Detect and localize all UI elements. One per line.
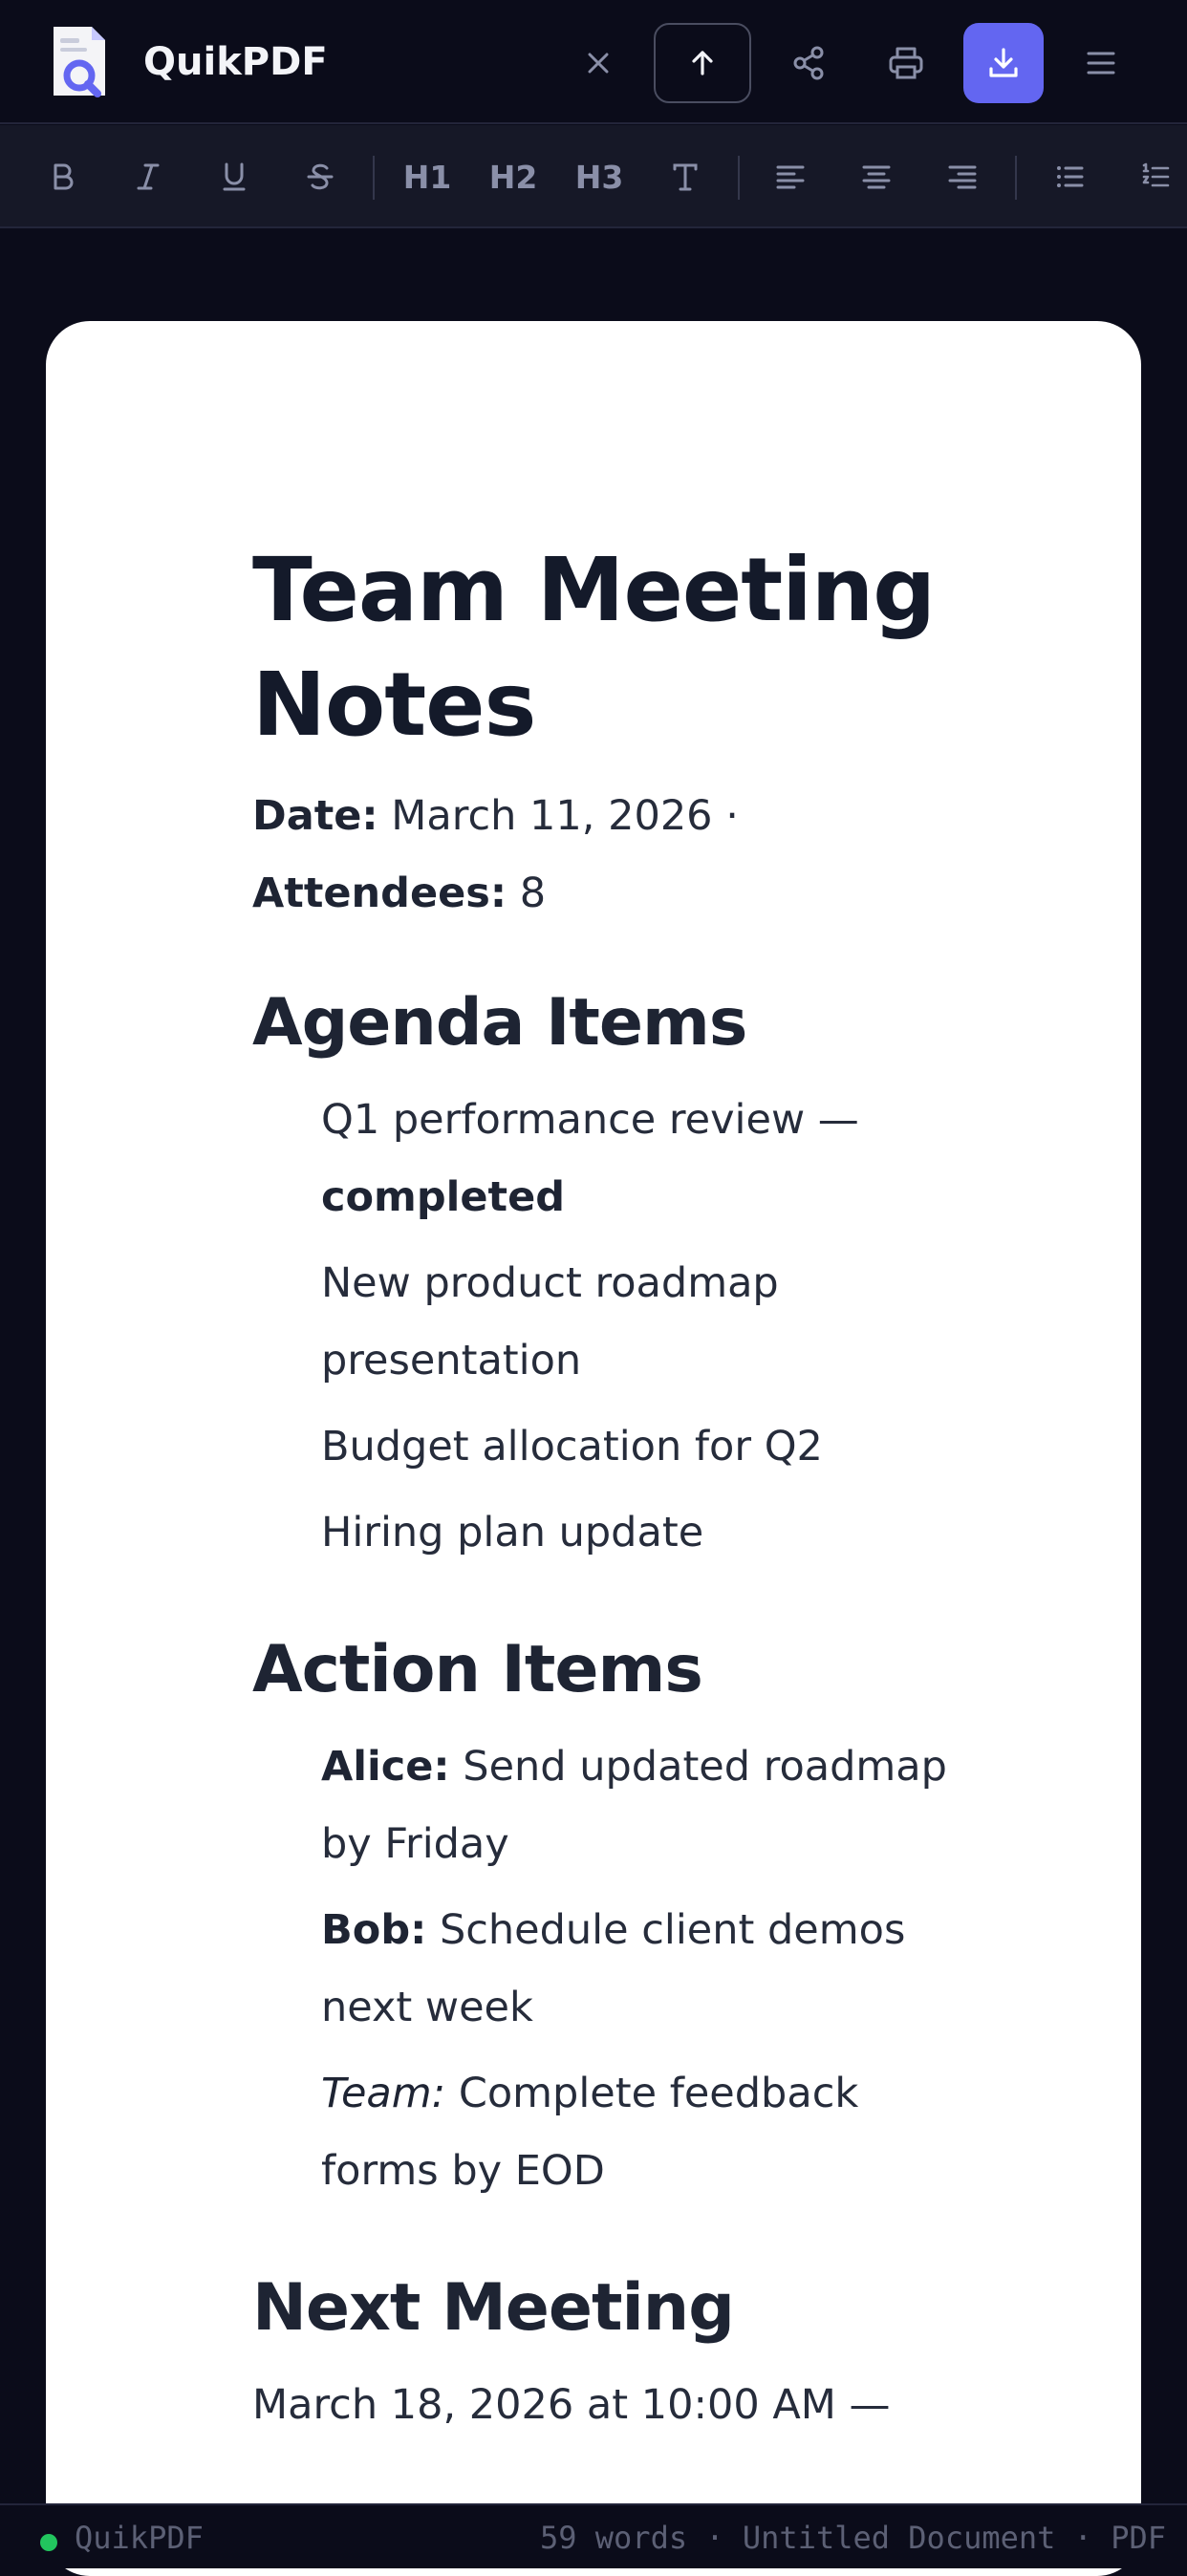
italic-icon <box>137 163 160 190</box>
arrow-up-icon <box>692 51 713 75</box>
menu-button[interactable] <box>1061 23 1141 103</box>
text-type-icon <box>673 163 698 191</box>
date-value: March 11, 2026 · <box>391 792 739 840</box>
action-owner: Bob: <box>321 1906 427 1954</box>
attendees-label: Attendees: <box>252 869 507 917</box>
document-content[interactable]: Team Meeting Notes Date: March 11, 2026 … <box>252 533 979 2444</box>
agenda-item-status: completed <box>321 1173 566 1221</box>
align-right-button[interactable] <box>929 148 996 205</box>
heading3-button[interactable]: H3 <box>566 148 633 205</box>
agenda-heading[interactable]: Agenda Items <box>252 980 979 1066</box>
strikethrough-button[interactable] <box>287 148 354 205</box>
bold-icon <box>54 163 74 190</box>
list-item[interactable]: Q1 performance review — completed <box>321 1082 979 1236</box>
formatting-toolbar: H1 H2 H3 <box>0 125 1187 228</box>
numbered-list-icon <box>1142 162 1170 187</box>
next-meeting-text[interactable]: March 18, 2026 at 10:00 AM — <box>252 2367 979 2444</box>
status-bar: QuikPDF 59 words · Untitled Document · P… <box>0 2503 1187 2568</box>
date-label: Date: <box>252 792 378 840</box>
share-icon <box>793 46 824 80</box>
status-app-name: QuikPDF <box>75 2520 204 2556</box>
bullet-list-icon <box>1057 166 1084 187</box>
list-item[interactable]: Hiring plan update <box>321 1494 979 1572</box>
close-button[interactable] <box>558 23 638 103</box>
app-title: QuikPDF <box>143 40 328 84</box>
action-items-heading[interactable]: Action Items <box>252 1627 979 1713</box>
list-item[interactable]: Bob: Schedule client demos next week <box>321 1892 979 2047</box>
agenda-item-text: Q1 performance review — <box>321 1096 859 1144</box>
document-page[interactable]: Team Meeting Notes Date: March 11, 2026 … <box>46 321 1141 2576</box>
list-item[interactable]: New product roadmap presentation <box>321 1245 979 1400</box>
italic-button[interactable] <box>115 148 182 205</box>
upload-button[interactable] <box>654 23 751 103</box>
toolbar-divider <box>738 156 740 200</box>
next-meeting-heading[interactable]: Next Meeting <box>252 2265 979 2351</box>
underline-icon <box>223 162 246 191</box>
printer-icon <box>889 47 923 79</box>
agenda-list: Q1 performance review — completed New pr… <box>252 1082 979 1572</box>
clear-format-button[interactable] <box>652 148 719 205</box>
list-item[interactable]: Team: Complete feedback forms by EOD <box>321 2055 979 2210</box>
top-toolbar: QuikPDF <box>0 0 1187 124</box>
action-list: Alice: Send updated roadmap by Friday Bo… <box>252 1728 979 2210</box>
attendees-value: 8 <box>519 869 547 917</box>
meeting-meta[interactable]: Date: March 11, 2026 · Attendees: 8 <box>252 778 979 933</box>
toolbar-divider <box>1015 156 1017 200</box>
align-center-button[interactable] <box>843 148 910 205</box>
share-button[interactable] <box>768 23 849 103</box>
list-item[interactable]: Alice: Send updated roadmap by Friday <box>321 1728 979 1883</box>
numbered-list-button[interactable] <box>1122 148 1187 205</box>
underline-button[interactable] <box>201 148 268 205</box>
document-info: 59 words · Untitled Document · PDF <box>539 2520 1166 2556</box>
hamburger-menu-icon <box>1087 52 1115 75</box>
status-indicator <box>40 2534 57 2551</box>
document-title[interactable]: Team Meeting Notes <box>252 533 979 762</box>
app-logo-icon <box>54 27 105 97</box>
action-owner: Team: <box>321 2070 446 2117</box>
align-left-button[interactable] <box>757 148 824 205</box>
action-owner: Alice: <box>321 1743 450 1791</box>
align-left-icon <box>776 165 805 189</box>
align-right-icon <box>948 165 977 189</box>
align-center-icon <box>862 165 891 189</box>
download-button[interactable] <box>963 23 1044 103</box>
download-icon <box>989 48 1018 77</box>
list-item[interactable]: Budget allocation for Q2 <box>321 1408 979 1486</box>
heading1-button[interactable]: H1 <box>394 148 461 205</box>
bullet-list-button[interactable] <box>1036 148 1103 205</box>
strikethrough-icon <box>307 163 334 190</box>
print-button[interactable] <box>866 23 946 103</box>
toolbar-divider <box>373 156 375 200</box>
heading2-button[interactable]: H2 <box>480 148 547 205</box>
bold-button[interactable] <box>29 148 96 205</box>
close-icon <box>588 53 609 74</box>
